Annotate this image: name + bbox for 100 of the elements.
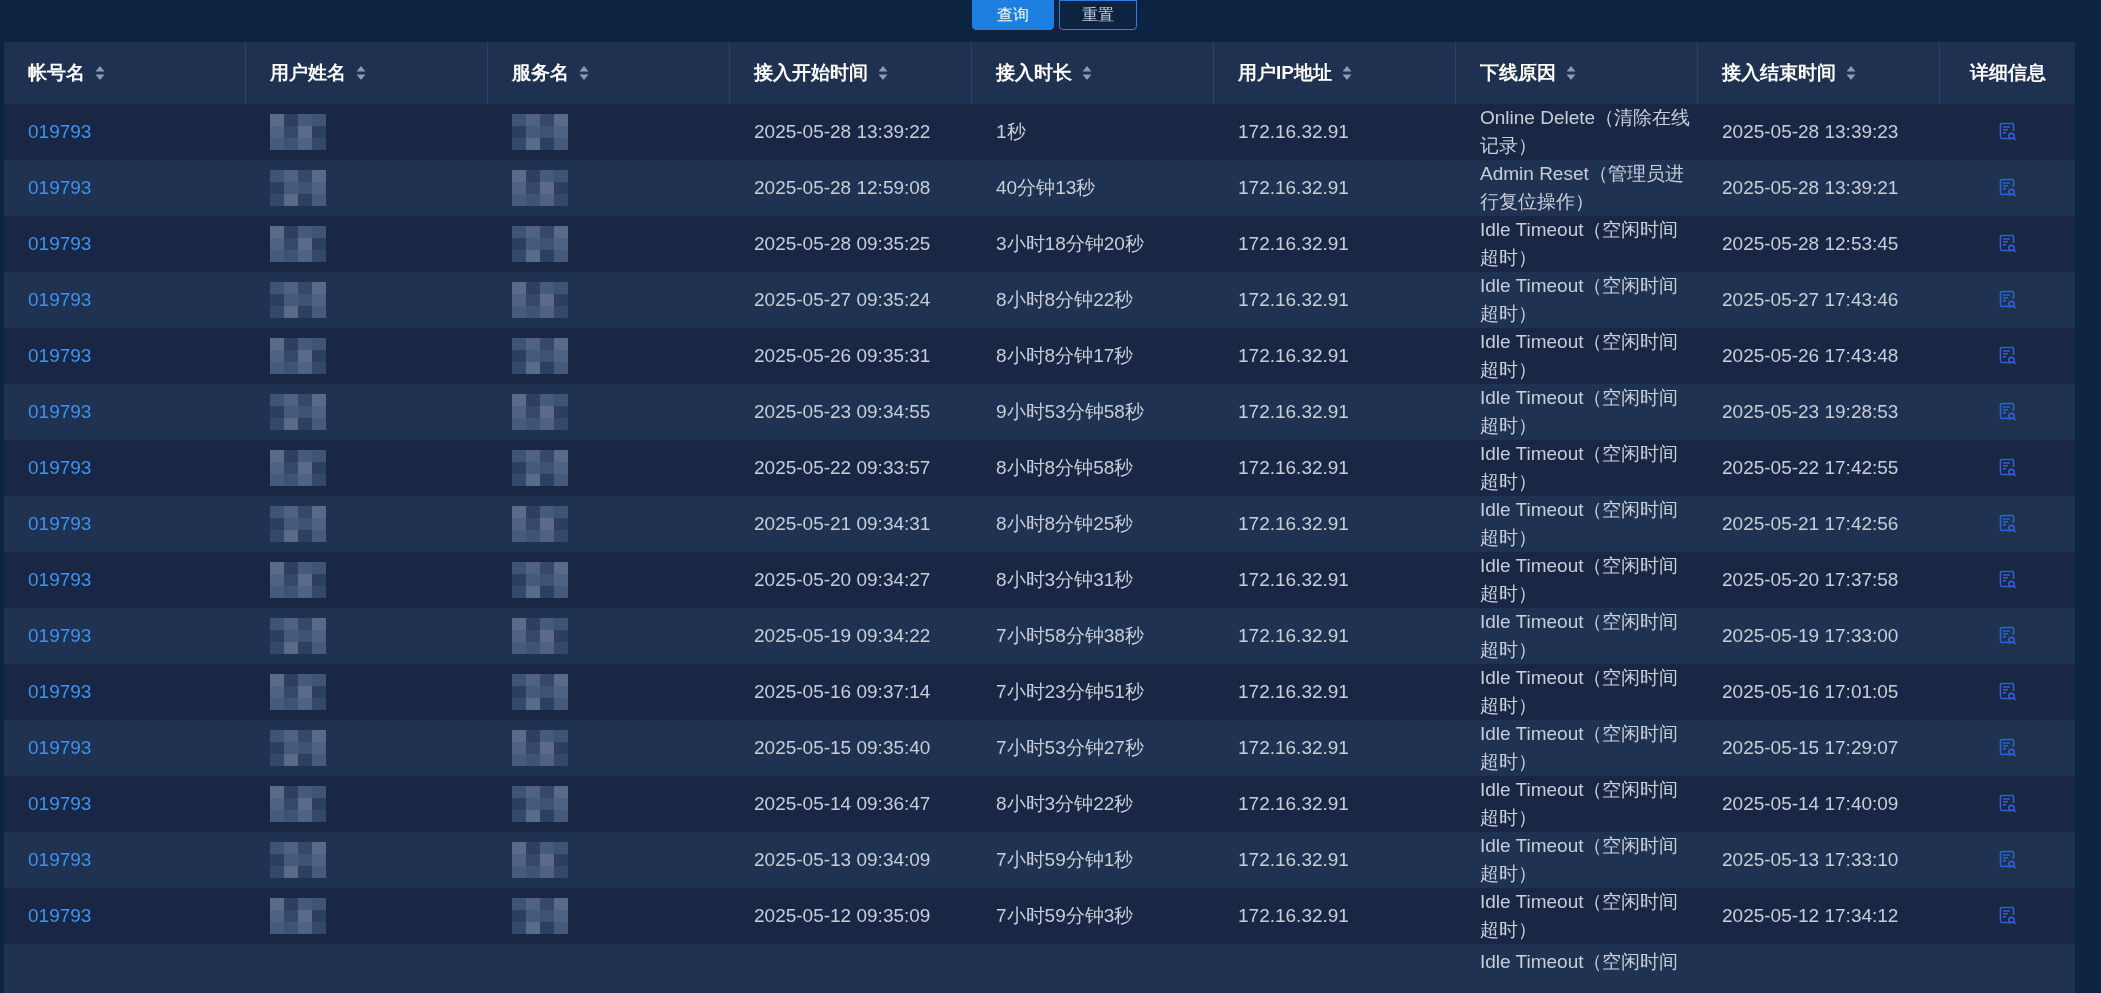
table-cell-text: 7小时59分钟1秒 xyxy=(996,847,1134,872)
account-link[interactable]: 019793 xyxy=(28,341,92,371)
table-cell-text: 172.16.32.91 xyxy=(1238,623,1349,648)
table-cell-text: 2025-05-12 09:35:09 xyxy=(754,903,931,928)
document-search-icon[interactable] xyxy=(1997,682,2018,702)
table-cell-text: 2025-05-15 17:29:07 xyxy=(1722,735,1899,760)
table-cell-text: Online Delete（清除在线记录） xyxy=(1480,106,1692,158)
table-cell-text: 172.16.32.91 xyxy=(1238,679,1349,704)
column-header[interactable]: 帐号名 xyxy=(28,58,85,88)
table-cell-text: 7小时23分钟51秒 xyxy=(996,679,1144,704)
account-link[interactable]: 019793 xyxy=(28,565,92,595)
table-cell-text: 8小时3分钟31秒 xyxy=(996,567,1134,592)
table-cell-text: Idle Timeout（空闲时间超时） xyxy=(1480,218,1680,270)
account-link[interactable]: 019793 xyxy=(28,229,92,259)
account-link[interactable]: 019793 xyxy=(28,901,92,931)
table-cell-text: 8小时8分钟17秒 xyxy=(996,343,1134,368)
table-cell-text: 2025-05-28 09:35:25 xyxy=(754,231,931,256)
column-header[interactable]: 下线原因 xyxy=(1480,58,1556,88)
table-cell-text: Idle Timeout（空闲时间超时） xyxy=(1480,890,1680,942)
document-search-icon[interactable] xyxy=(1997,570,2018,590)
column-header: 详细信息 xyxy=(1969,60,2046,85)
document-search-icon[interactable] xyxy=(1997,234,2018,254)
account-link[interactable]: 019793 xyxy=(28,453,92,483)
sort-icon[interactable] xyxy=(95,65,105,81)
document-search-icon[interactable] xyxy=(1997,906,2018,926)
document-search-icon[interactable] xyxy=(1997,738,2018,758)
sort-icon[interactable] xyxy=(1846,65,1856,81)
table-cell-text: 2025-05-23 19:28:53 xyxy=(1722,399,1899,424)
document-search-icon[interactable] xyxy=(1997,626,2018,646)
table-cell-text: 2025-05-19 17:33:00 xyxy=(1722,623,1899,648)
table-cell-text: Idle Timeout（空闲时间超时） xyxy=(1480,722,1680,774)
table-cell-text: 8小时3分钟22秒 xyxy=(996,791,1134,816)
account-link[interactable]: 019793 xyxy=(28,117,92,147)
account-link[interactable]: 019793 xyxy=(28,397,92,427)
table-cell-text: Idle Timeout（空闲时间超时） xyxy=(1480,666,1680,718)
table-cell-text: 172.16.32.91 xyxy=(1238,343,1349,368)
sort-icon[interactable] xyxy=(1082,65,1092,81)
table-cell-text: Idle Timeout（空闲时间 xyxy=(1480,950,1680,974)
table-cell-text: 2025-05-28 13:39:22 xyxy=(754,119,931,144)
sort-icon[interactable] xyxy=(1341,65,1352,81)
table-cell-text: Admin Reset（管理员进行复位操作） xyxy=(1480,162,1685,214)
table-cell-text: 8小时8分钟22秒 xyxy=(996,287,1134,312)
table-cell-text: 2025-05-27 17:43:46 xyxy=(1722,287,1899,312)
table-cell-text: 172.16.32.91 xyxy=(1238,175,1349,200)
table-cell-text: 172.16.32.91 xyxy=(1238,287,1349,312)
table-cell-text: 172.16.32.91 xyxy=(1238,567,1349,592)
document-search-icon[interactable] xyxy=(1997,178,2018,198)
table-cell-text: 2025-05-21 09:34:31 xyxy=(754,511,931,536)
search-button[interactable]: 查询 xyxy=(972,0,1054,30)
table-cell-text: Idle Timeout（空闲时间超时） xyxy=(1480,834,1680,886)
table-cell-text: 8小时8分钟58秒 xyxy=(996,455,1134,480)
table-cell-text: 172.16.32.91 xyxy=(1238,735,1349,760)
table-cell-text: Idle Timeout（空闲时间超时） xyxy=(1480,442,1680,494)
table-cell-text: 2025-05-13 09:34:09 xyxy=(754,847,931,872)
document-search-icon[interactable] xyxy=(1997,122,2018,142)
column-header[interactable]: 接入时长 xyxy=(996,58,1072,88)
account-link[interactable]: 019793 xyxy=(28,789,92,819)
table-cell-text: Idle Timeout（空闲时间超时） xyxy=(1480,330,1680,382)
column-header[interactable]: 接入开始时间 xyxy=(754,58,868,88)
column-header[interactable]: 用户姓名 xyxy=(270,58,346,88)
table-cell-text: 3小时18分钟20秒 xyxy=(996,231,1144,256)
account-link[interactable]: 019793 xyxy=(28,677,92,707)
account-link[interactable]: 019793 xyxy=(28,285,92,315)
table-cell-text: 2025-05-28 12:59:08 xyxy=(754,175,931,200)
table-cell-text: 2025-05-22 09:33:57 xyxy=(754,455,931,480)
table-cell-text: 2025-05-21 17:42:56 xyxy=(1722,511,1899,536)
account-link[interactable]: 019793 xyxy=(28,621,92,651)
account-link[interactable]: 019793 xyxy=(28,509,92,539)
column-header[interactable]: 用户IP地址 xyxy=(1238,58,1332,88)
table-cell-text: 172.16.32.91 xyxy=(1238,511,1349,536)
table-cell-text: 2025-05-16 09:37:14 xyxy=(754,679,931,704)
account-link[interactable]: 019793 xyxy=(28,173,92,203)
document-search-icon[interactable] xyxy=(1997,850,2018,870)
account-link[interactable]: 019793 xyxy=(28,733,92,763)
table-cell-text: 2025-05-26 17:43:48 xyxy=(1722,343,1899,368)
table-cell-text: 172.16.32.91 xyxy=(1238,455,1349,480)
reset-button[interactable]: 重置 xyxy=(1059,0,1137,30)
table-cell-text: 1秒 xyxy=(996,119,1026,144)
table-cell-text: 40分钟13秒 xyxy=(996,175,1096,200)
table-cell-text: 2025-05-23 09:34:55 xyxy=(754,399,931,424)
sort-icon[interactable] xyxy=(579,65,589,81)
document-search-icon[interactable] xyxy=(1997,458,2018,478)
table-cell-text: 172.16.32.91 xyxy=(1238,903,1349,928)
sort-icon[interactable] xyxy=(356,65,366,81)
table-cell-text: 2025-05-14 17:40:09 xyxy=(1722,791,1899,816)
table-cell-text: 7小时59分钟3秒 xyxy=(996,903,1134,928)
sort-icon[interactable] xyxy=(1566,65,1576,81)
table-cell-text: 7小时58分钟38秒 xyxy=(996,623,1144,648)
column-header[interactable]: 服务名 xyxy=(512,58,569,88)
table-cell-text: 2025-05-20 09:34:27 xyxy=(754,567,931,592)
document-search-icon[interactable] xyxy=(1997,346,2018,366)
document-search-icon[interactable] xyxy=(1997,794,2018,814)
document-search-icon[interactable] xyxy=(1997,290,2018,310)
table-cell-text: Idle Timeout（空闲时间超时） xyxy=(1480,386,1680,438)
account-link[interactable]: 019793 xyxy=(28,845,92,875)
document-search-icon[interactable] xyxy=(1997,402,2018,422)
table-cell-text: 2025-05-12 17:34:12 xyxy=(1722,903,1899,928)
sort-icon[interactable] xyxy=(878,65,888,81)
column-header[interactable]: 接入结束时间 xyxy=(1722,58,1836,88)
document-search-icon[interactable] xyxy=(1997,514,2018,534)
